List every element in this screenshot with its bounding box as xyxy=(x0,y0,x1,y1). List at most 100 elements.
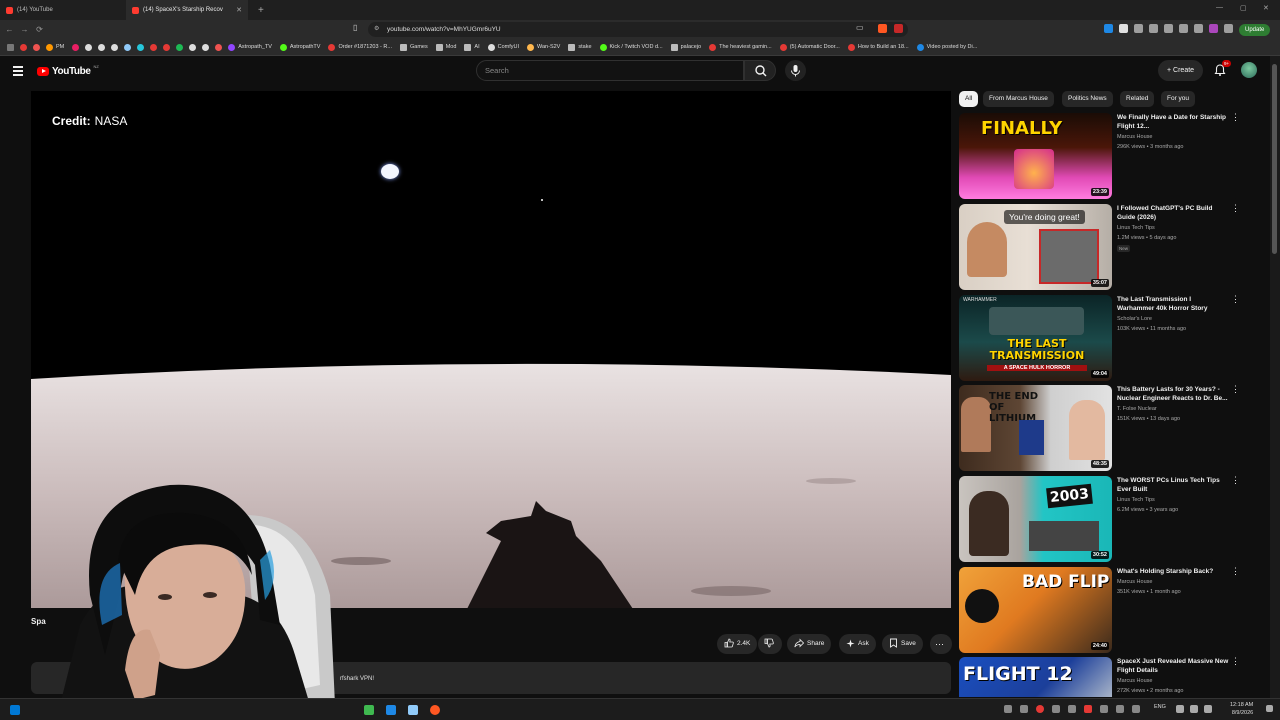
apps-icon[interactable] xyxy=(7,43,14,51)
bookmark-icon[interactable] xyxy=(111,43,119,51)
recommended-video[interactable]: THE END OF LITHIUM 48:35 This Battery La… xyxy=(959,385,1249,473)
steam-icon[interactable] xyxy=(408,705,418,715)
close-tab-icon[interactable]: ✕ xyxy=(236,6,242,14)
extension-icon[interactable] xyxy=(1164,24,1173,33)
browser-tab-youtube[interactable]: (14) YouTube xyxy=(0,0,122,20)
chip-politics-news[interactable]: Politics News xyxy=(1062,91,1113,107)
pinterest-icon[interactable] xyxy=(163,43,171,51)
tray-icon[interactable] xyxy=(1068,705,1076,713)
spotify-icon[interactable] xyxy=(176,43,184,51)
taskbar-app-icon[interactable] xyxy=(364,705,374,715)
menu-icon[interactable] xyxy=(13,66,23,78)
recommended-video[interactable]: FLIGHT 12 SpaceX Just Revealed Massive N… xyxy=(959,657,1249,697)
bookmark-item[interactable]: (5) Automatic Door... xyxy=(777,43,840,51)
tray-icon[interactable] xyxy=(1052,705,1060,713)
windows-start-icon[interactable] xyxy=(10,705,20,715)
video-title[interactable]: I Followed ChatGPT's PC Build Guide (202… xyxy=(1117,204,1230,222)
volume-icon[interactable] xyxy=(1190,705,1198,713)
extension-icon[interactable] xyxy=(1194,24,1203,33)
like-button[interactable]: 2.4K xyxy=(717,634,758,654)
address-bar[interactable]: ⚙ youtube.com/watch?v=MhYUGmr6uYU xyxy=(368,22,908,37)
voice-search-button[interactable] xyxy=(785,60,806,81)
video-menu-icon[interactable]: ⋮ xyxy=(1231,567,1240,576)
extension-icon[interactable] xyxy=(1149,24,1158,33)
video-menu-icon[interactable]: ⋮ xyxy=(1231,204,1240,213)
clock[interactable]: 12:18 AM 8/9/2026 xyxy=(1230,701,1253,717)
close-window-icon[interactable]: ✕ xyxy=(1263,4,1269,12)
bookmark-folder[interactable]: Mod xyxy=(433,43,456,51)
profile-icon[interactable] xyxy=(1209,24,1218,33)
channel-name[interactable]: Marcus House xyxy=(1117,134,1152,140)
bookmark-item[interactable]: The heaviest gamin... xyxy=(706,43,772,51)
video-thumbnail[interactable]: FLIGHT 12 xyxy=(959,657,1112,697)
tiktok-icon[interactable] xyxy=(189,43,197,51)
save-button[interactable]: Save xyxy=(882,634,923,654)
brave-shield-icon[interactable] xyxy=(878,24,887,33)
bookmark-icon[interactable] xyxy=(20,43,27,51)
bookmark-folder[interactable]: stake xyxy=(565,43,592,51)
bookmark-item[interactable]: Kick / Twitch VOD d... xyxy=(597,43,663,51)
new-tab-icon[interactable]: + xyxy=(248,5,264,16)
browser-tab-active[interactable]: (14) SpaceX's Starship Recov ✕ xyxy=(126,0,248,20)
recommended-video[interactable]: BAD FLIP 24:40 What's Holding Starship B… xyxy=(959,567,1249,655)
channel-name[interactable]: T. Folse Nuclear xyxy=(1117,406,1157,412)
chip-from-marcus-house[interactable]: From Marcus House xyxy=(983,91,1054,107)
bookmark-folder[interactable]: Games xyxy=(397,43,428,51)
bookmark-icon[interactable] xyxy=(98,43,106,51)
tray-icon[interactable] xyxy=(1084,705,1092,713)
battery-icon[interactable] xyxy=(1204,705,1212,713)
recommended-video[interactable]: 2003 30:52 The WORST PCs Linus Tech Tips… xyxy=(959,476,1249,564)
reload-icon[interactable]: ⟳ xyxy=(32,25,47,34)
minimize-icon[interactable]: — xyxy=(1216,4,1223,11)
channel-name[interactable]: Linus Tech Tips xyxy=(1117,497,1155,503)
tray-icon[interactable] xyxy=(1036,705,1044,713)
create-button[interactable]: + Create xyxy=(1158,60,1204,81)
video-menu-icon[interactable]: ⋮ xyxy=(1231,476,1240,485)
more-actions-button[interactable]: ⋯ xyxy=(930,634,952,654)
video-menu-icon[interactable]: ⋮ xyxy=(1231,113,1240,122)
notification-center-icon[interactable] xyxy=(1266,705,1273,712)
rewards-icon[interactable] xyxy=(894,24,903,33)
dislike-button[interactable] xyxy=(758,634,782,654)
video-menu-icon[interactable]: ⋮ xyxy=(1231,657,1240,666)
video-thumbnail[interactable]: FINALLY 23:39 xyxy=(959,113,1112,199)
recommended-video[interactable]: WARHAMMER THE LAST TRANSMISSION A SPACE … xyxy=(959,295,1249,383)
video-title[interactable]: SpaceX Just Revealed Massive New Flight … xyxy=(1117,657,1230,675)
extension-icon[interactable] xyxy=(1134,24,1143,33)
bookmark-item[interactable]: How to Build an 18... xyxy=(845,43,909,51)
bookmark-item[interactable]: PM xyxy=(43,43,64,51)
video-title[interactable]: The WORST PCs Linus Tech Tips Ever Built xyxy=(1117,476,1230,494)
gmail-icon[interactable] xyxy=(33,43,40,51)
video-thumbnail[interactable]: 2003 30:52 xyxy=(959,476,1112,562)
tray-icon[interactable] xyxy=(1004,705,1012,713)
search-input[interactable]: Search xyxy=(476,60,744,81)
x-icon[interactable] xyxy=(85,43,93,51)
site-info-icon[interactable]: ⚙ xyxy=(374,22,379,37)
tray-icon[interactable] xyxy=(1116,705,1124,713)
taskbar-app-icon[interactable] xyxy=(386,705,396,715)
forward-icon[interactable]: → xyxy=(17,25,32,34)
video-thumbnail[interactable]: BAD FLIP 24:40 xyxy=(959,567,1112,653)
channel-name[interactable]: Marcus House xyxy=(1117,579,1152,585)
video-thumbnail[interactable]: You're doing great! 35:07 xyxy=(959,204,1112,290)
bookmark-item[interactable]: Astropath_TV xyxy=(225,43,272,51)
bookmark-item[interactable]: ComfyUI xyxy=(485,43,519,51)
back-icon[interactable]: ← xyxy=(2,25,17,34)
bookmark-icon[interactable]: ▯ xyxy=(353,23,357,32)
page-scrollbar[interactable] xyxy=(1270,56,1280,698)
wifi-icon[interactable] xyxy=(1176,705,1184,713)
youtube-logo[interactable]: YouTube NZ xyxy=(37,64,99,77)
channel-name[interactable]: Marcus House xyxy=(1117,678,1152,684)
ask-button[interactable]: Ask xyxy=(839,634,876,654)
recommended-video[interactable]: FINALLY 23:39 We Finally Have a Date for… xyxy=(959,113,1249,201)
video-thumbnail[interactable]: THE END OF LITHIUM 48:35 xyxy=(959,385,1112,471)
wallet-icon[interactable] xyxy=(1224,24,1233,33)
video-thumbnail[interactable]: WARHAMMER THE LAST TRANSMISSION A SPACE … xyxy=(959,295,1112,381)
cast-icon[interactable]: ▭ xyxy=(856,23,864,32)
channel-name[interactable]: Linus Tech Tips xyxy=(1117,225,1155,231)
video-menu-icon[interactable]: ⋮ xyxy=(1231,295,1240,304)
video-title[interactable]: The Last Transmission I Warhammer 40k Ho… xyxy=(1117,295,1230,313)
tray-icon[interactable] xyxy=(1100,705,1108,713)
recommended-video[interactable]: You're doing great! 35:07 I Followed Cha… xyxy=(959,204,1249,292)
bookmark-item[interactable]: Video posted by Di... xyxy=(914,43,977,51)
